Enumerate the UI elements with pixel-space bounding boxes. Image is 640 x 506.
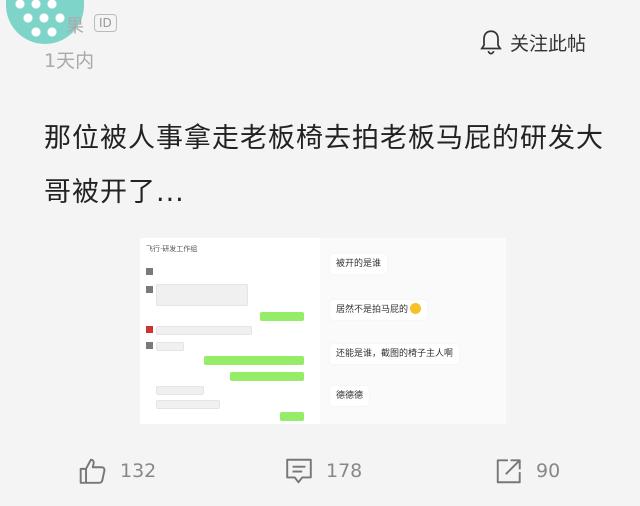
thumbs-up-icon bbox=[79, 458, 106, 484]
follow-post-button[interactable]: 关注此帖 bbox=[478, 28, 586, 56]
chat-screenshot-image[interactable]: 飞行·研发工作组 被开的是谁 居然不是拍马屁的 还能是谁，截图的椅子主人啊 德德… bbox=[140, 238, 506, 424]
post-title: 那位被人事拿走老板椅去拍老板马屁的研发大哥被开了... bbox=[44, 123, 604, 208]
bell-icon bbox=[480, 30, 502, 55]
share-count: 90 bbox=[536, 460, 561, 482]
like-count: 132 bbox=[120, 460, 157, 482]
chat-panel: 飞行·研发工作组 bbox=[140, 238, 320, 424]
comment-count: 178 bbox=[326, 460, 363, 482]
chat-message bbox=[260, 312, 304, 321]
chat-avatar bbox=[146, 268, 153, 275]
chat-avatar bbox=[146, 342, 153, 349]
chat-message bbox=[204, 356, 304, 365]
share-icon bbox=[496, 459, 521, 484]
action-bar: 132 178 90 bbox=[0, 456, 640, 496]
chat-message bbox=[156, 326, 252, 335]
follow-label: 关注此帖 bbox=[510, 32, 587, 55]
username[interactable]: 果 bbox=[66, 12, 84, 38]
chat-message bbox=[230, 372, 304, 381]
chat-bubble: 还能是谁，截图的椅子主人啊 bbox=[330, 344, 460, 364]
chat-avatar bbox=[146, 286, 153, 293]
post-time: 1天内 bbox=[44, 50, 95, 72]
chat-bubble: 被开的是谁 bbox=[330, 254, 388, 274]
comment-button[interactable]: 178 bbox=[284, 456, 362, 486]
chat-avatar bbox=[146, 326, 153, 333]
like-button[interactable]: 132 bbox=[78, 456, 156, 486]
comment-icon bbox=[286, 458, 312, 484]
share-button[interactable]: 90 bbox=[494, 456, 560, 486]
chat-bubble: 德德德 bbox=[330, 386, 370, 406]
chat-message bbox=[156, 342, 184, 351]
chat-message bbox=[156, 400, 220, 409]
chat-message bbox=[280, 412, 304, 421]
chat-message bbox=[156, 386, 204, 395]
chat-header: 飞行·研发工作组 bbox=[146, 245, 198, 253]
chat-bubble: 居然不是拍马屁的 bbox=[330, 300, 428, 320]
chat-bubble-text: 居然不是拍马屁的 bbox=[336, 305, 409, 315]
id-badge: ID bbox=[94, 14, 117, 32]
grin-emoji-icon bbox=[410, 303, 422, 314]
chat-message bbox=[156, 284, 248, 306]
